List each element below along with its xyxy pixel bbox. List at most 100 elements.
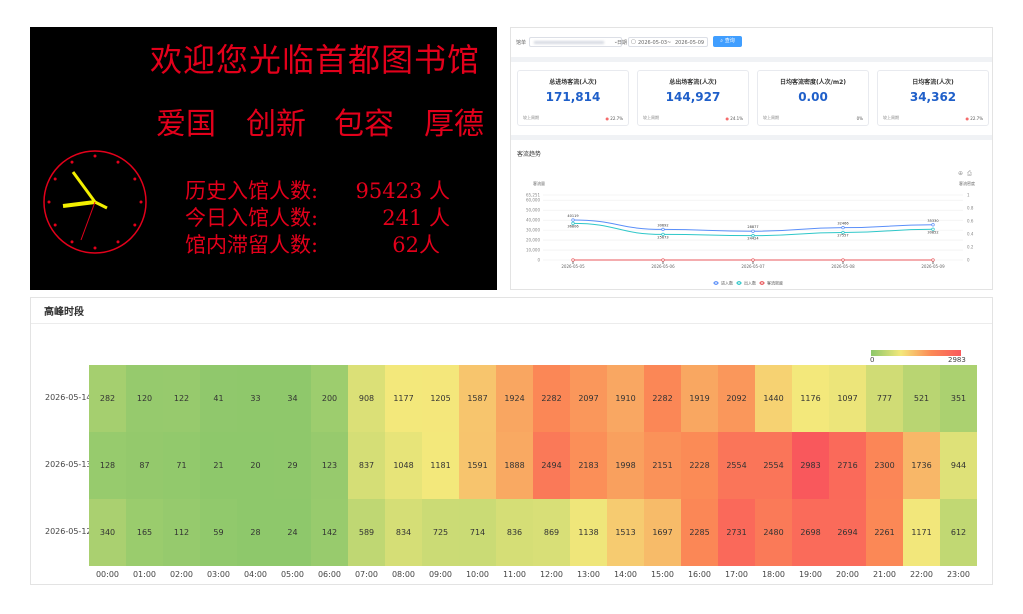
- data-point: [931, 223, 935, 227]
- heatmap-row-label: 2026-05-13: [45, 459, 92, 469]
- card-title: 日均客流(人次): [912, 79, 954, 86]
- card-value: 0.00: [798, 90, 828, 104]
- heatmap-cell: 2285: [681, 499, 718, 566]
- heatmap-cell: 1205: [422, 365, 459, 432]
- data-point: [661, 227, 665, 232]
- heatmap-hour-label: 23:00: [946, 570, 971, 579]
- up-arrow-icon: ●: [605, 116, 610, 121]
- data-point: [571, 218, 575, 222]
- query-button-label: 查询: [724, 38, 735, 44]
- trend-chart-title: 客流趋势: [517, 151, 542, 158]
- data-label: 27557: [837, 234, 848, 238]
- heatmap-row-label: 2026-05-14: [45, 392, 92, 402]
- calendar-icon: ▢: [631, 39, 636, 45]
- heatmap-hour-label: 09:00: [428, 570, 453, 579]
- heatmap-cell: 21: [200, 432, 237, 499]
- date-range-picker[interactable]: ▢ 2026-05-03 ~ 2026-05-09: [628, 37, 708, 47]
- clock-tick: [133, 177, 137, 181]
- y-tick-label: 0: [537, 258, 540, 263]
- card-pct: 22.7%: [610, 116, 623, 121]
- heatmap-cell: 2983: [792, 432, 829, 499]
- heatmap-hour-label: 18:00: [761, 570, 786, 579]
- heatmap-cell: 71: [163, 432, 200, 499]
- card-pct: 22.7%: [970, 116, 983, 121]
- clock-tick: [116, 160, 120, 164]
- heatmap-hour-label: 15:00: [650, 570, 675, 579]
- heatmap-cell: 1177: [385, 365, 422, 432]
- clock-tick: [93, 154, 97, 158]
- led-motto-4: 厚德: [424, 107, 484, 142]
- heatmap-cell: 2731: [718, 499, 755, 566]
- data-point: [751, 229, 755, 233]
- heatmap-cell: 1171: [903, 499, 940, 566]
- heatmap-cell: 33: [237, 365, 274, 432]
- card-footer: 较上周期: [643, 115, 659, 120]
- clock-icon: [43, 150, 147, 254]
- y-tick-label: 40,000: [526, 218, 540, 223]
- query-button[interactable]: ⌕ 查询: [713, 36, 742, 47]
- y-tick-label: 60,000: [526, 198, 540, 203]
- clock-tick: [139, 200, 143, 204]
- heatmap-cell: 2300: [866, 432, 903, 499]
- heatmap-cell: 837: [348, 432, 385, 499]
- heatmap-cell: 944: [940, 432, 977, 499]
- y-tick-label: 10,000: [526, 248, 540, 253]
- heatmap-cell: 1697: [644, 499, 681, 566]
- up-arrow-icon: ●: [965, 116, 970, 121]
- heatmap-hour-label: 05:00: [280, 570, 305, 579]
- heatmap-hour-label: 22:00: [909, 570, 934, 579]
- venue-label: 馆单: [516, 40, 527, 46]
- legend-entry: 进入数: [721, 280, 733, 286]
- heatmap-cell: 1888: [496, 432, 533, 499]
- heatmap-cell: 165: [126, 499, 163, 566]
- heatmap-cell: 120: [126, 365, 163, 432]
- heatmap-cell: 351: [940, 365, 977, 432]
- heatmap-cell: 908: [348, 365, 385, 432]
- heatmap-cell: 34: [274, 365, 311, 432]
- heatmap-cell: 1591: [459, 432, 496, 499]
- up-arrow-icon: ●: [725, 116, 730, 121]
- heatmap-cell: 2151: [644, 432, 681, 499]
- venue-select[interactable]: ⌄: [529, 37, 622, 47]
- heatmap-hour-label: 13:00: [576, 570, 601, 579]
- heatmap-cell: 2282: [533, 365, 570, 432]
- heatmap-cell: 777: [866, 365, 903, 432]
- card-pct: 24.1%: [730, 116, 743, 121]
- y2-axis-label: 客流密度: [959, 180, 975, 186]
- card-pct: 0%: [856, 116, 863, 121]
- led-stat-staying: 馆内滞留人数: 62人: [185, 229, 440, 259]
- heatmap-cell: 142: [311, 499, 348, 566]
- legend-min: 0: [870, 356, 875, 364]
- card-footer: 较上周期: [883, 115, 899, 120]
- heatmap-cell: 200: [311, 365, 348, 432]
- heatmap-cell: 1181: [422, 432, 459, 499]
- heatmap-cell: 2282: [644, 365, 681, 432]
- heatmap-hour-label: 04:00: [243, 570, 268, 579]
- clock-tick: [53, 177, 57, 181]
- led-stat-label: 馆内滞留人数:: [185, 233, 319, 257]
- download-icon: ⎙: [967, 170, 972, 177]
- heatmap-cell: 2097: [570, 365, 607, 432]
- led-stat-label: 历史入馆人数:: [185, 179, 319, 203]
- heatmap-cell: 340: [89, 499, 126, 566]
- data-label: 35330: [927, 219, 938, 223]
- led-stat-value: 62: [392, 233, 419, 257]
- card-title: 日均客流密度(人次/m2): [779, 79, 847, 86]
- heatmap-cell: 128: [89, 432, 126, 499]
- heatmap-cell: 1513: [607, 499, 644, 566]
- clock-tick: [133, 223, 137, 227]
- zoom-icon: ⊕: [958, 170, 963, 177]
- heatmap-cell: 725: [422, 499, 459, 566]
- divider: [511, 135, 992, 140]
- heatmap-cell: 2092: [718, 365, 755, 432]
- data-label: 0: [572, 261, 574, 265]
- heatmap-cell: 2261: [866, 499, 903, 566]
- y-axis-label: 客流量: [533, 180, 545, 186]
- y2-tick-label: 0.6: [967, 219, 974, 224]
- led-stat-unit: 人: [419, 233, 440, 257]
- data-label: 24424: [747, 237, 759, 241]
- clock-tick: [116, 240, 120, 244]
- card-title: 总出场客流(人次): [669, 79, 717, 86]
- clock-tick: [93, 246, 97, 250]
- led-stat-history: 历史入馆人数: 95423 人: [185, 175, 450, 205]
